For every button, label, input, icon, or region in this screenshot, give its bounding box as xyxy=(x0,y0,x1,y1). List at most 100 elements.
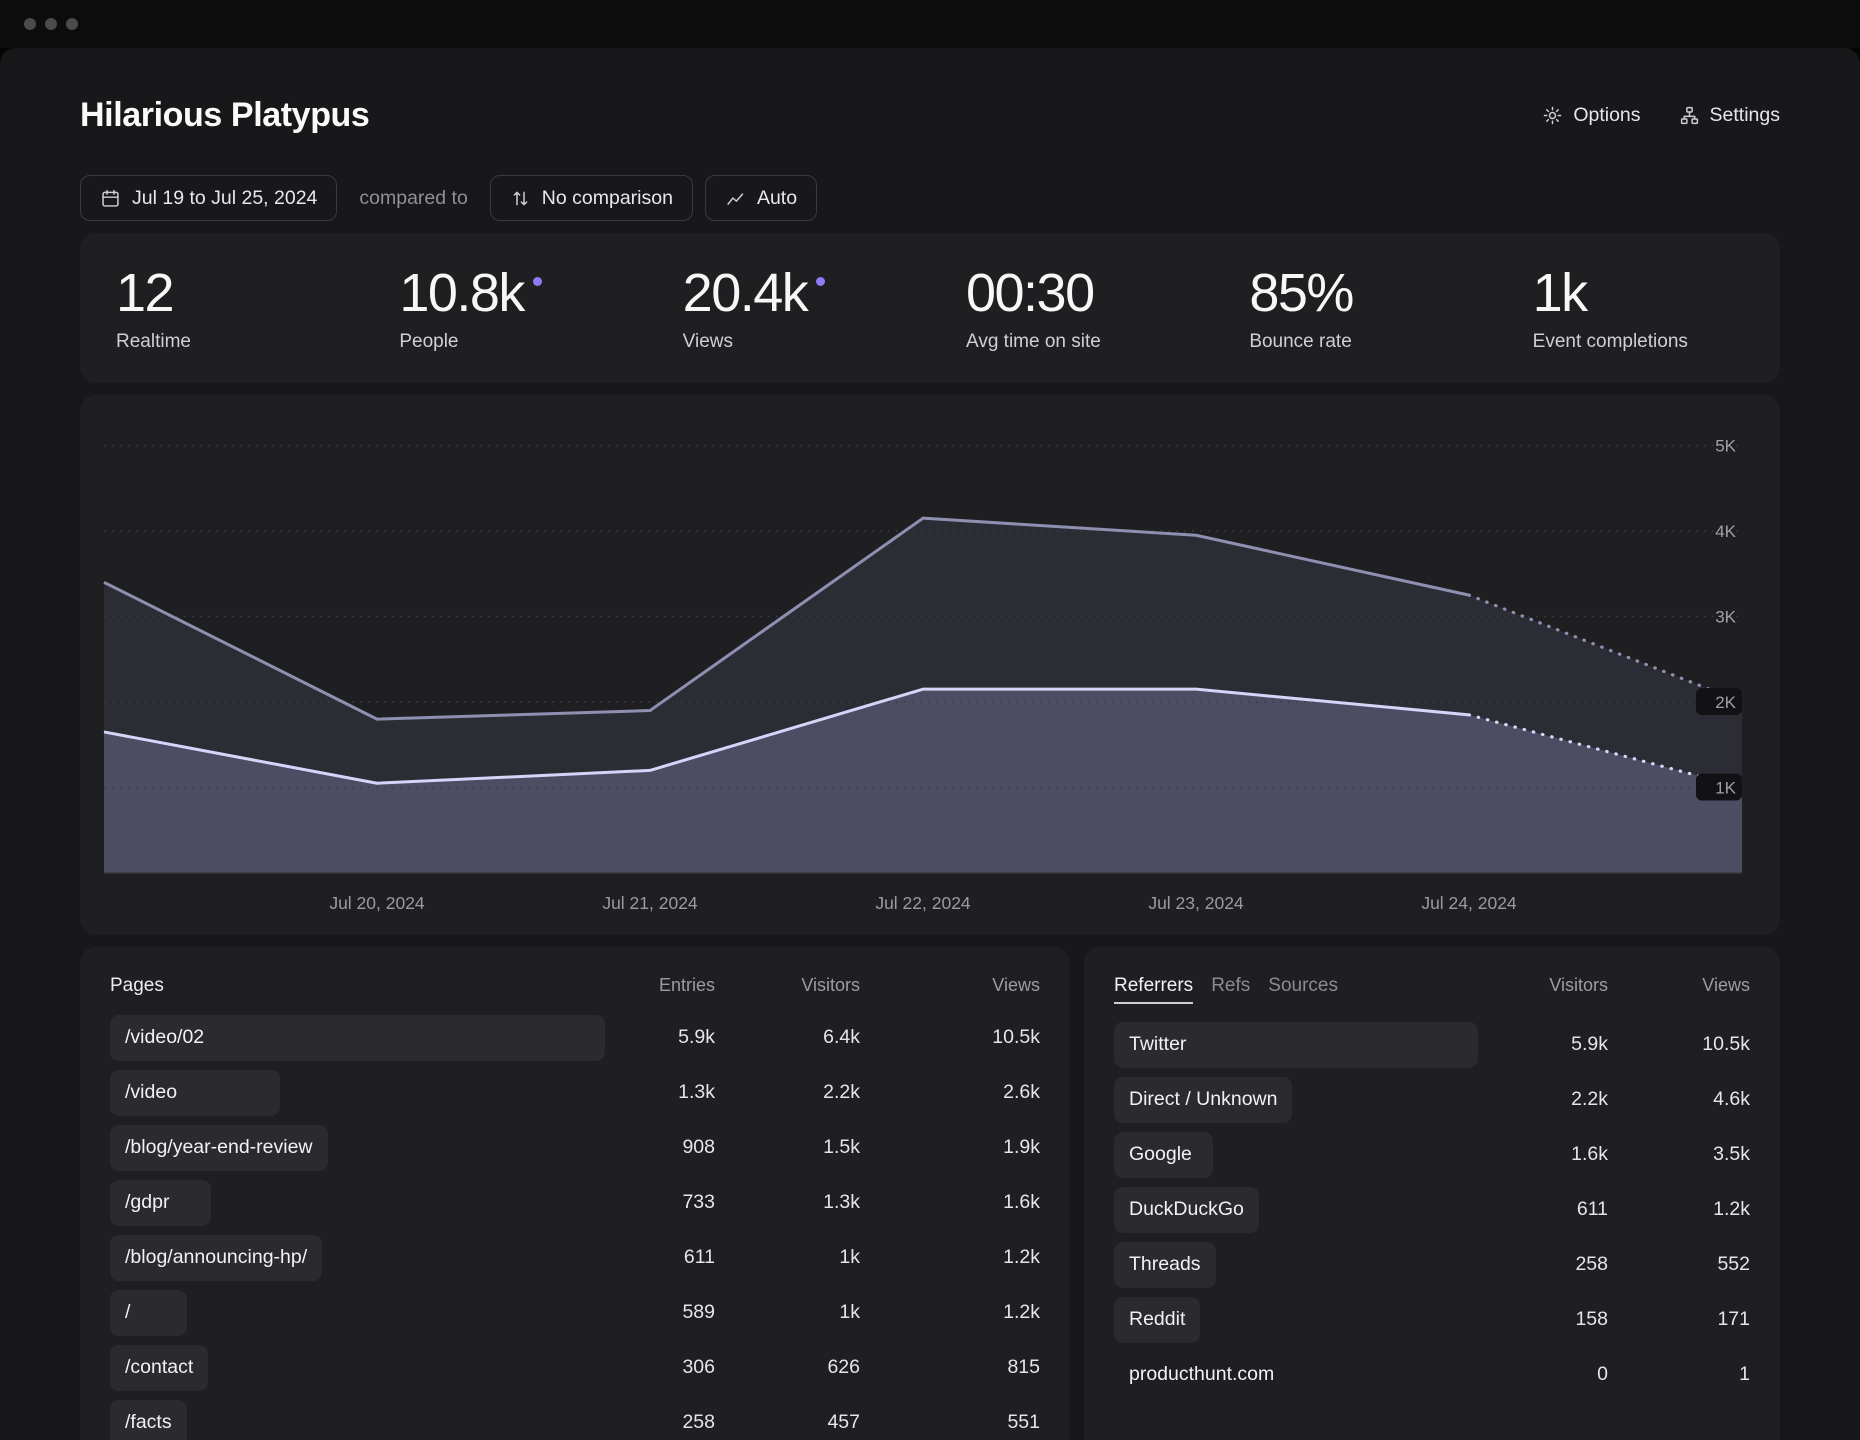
row-label: DuckDuckGo xyxy=(1129,1198,1244,1221)
table-row[interactable]: DuckDuckGo6111.2k xyxy=(1114,1187,1750,1233)
cell-entries: 589 xyxy=(605,1301,715,1324)
dashboard-page: Hilarious Platypus Options Settings xyxy=(0,48,1860,1440)
row-bar: DuckDuckGo xyxy=(1114,1187,1259,1233)
row-bar: /contact xyxy=(110,1345,208,1391)
cell-visitors: 626 xyxy=(715,1356,860,1379)
cell-views: 1.2k xyxy=(860,1246,1040,1269)
stats-summary: 12Realtime10.8kPeople20.4kViews00:30Avg … xyxy=(80,233,1780,383)
row-label: Direct / Unknown xyxy=(1129,1088,1277,1111)
date-range-button[interactable]: Jul 19 to Jul 25, 2024 xyxy=(80,175,337,221)
comparison-arrows-icon xyxy=(510,188,531,209)
table-row[interactable]: Direct / Unknown2.2k4.6k xyxy=(1114,1077,1750,1123)
stat-label: Bounce rate xyxy=(1249,331,1496,353)
y-axis-label: 3K xyxy=(1715,607,1736,626)
gear-icon xyxy=(1542,105,1563,126)
row-label: Threads xyxy=(1129,1253,1201,1276)
row-bar: Threads xyxy=(1114,1242,1216,1288)
tab-sources[interactable]: Sources xyxy=(1268,975,1338,997)
column-header-views: Views xyxy=(1608,975,1750,996)
cell-visitors: 1.6k xyxy=(1478,1143,1608,1166)
pages-panel: Pages Entries Visitors Views /video/025.… xyxy=(80,947,1070,1440)
table-row[interactable]: /5891k1.2k xyxy=(110,1290,1040,1336)
stat-value: 10.8k xyxy=(399,265,524,322)
cell-visitors: 457 xyxy=(715,1411,860,1434)
cell-entries: 5.9k xyxy=(605,1026,715,1049)
table-row[interactable]: Threads258552 xyxy=(1114,1242,1750,1288)
table-row[interactable]: /video/025.9k6.4k10.5k xyxy=(110,1015,1040,1061)
scale-button[interactable]: Auto xyxy=(705,175,817,221)
window-control-dot[interactable] xyxy=(24,18,36,30)
comparison-label: No comparison xyxy=(542,187,673,210)
referrers-tabs: Referrers Refs Sources xyxy=(1114,975,1478,1004)
row-label: /gdpr xyxy=(125,1191,169,1214)
stat-label: Event completions xyxy=(1533,331,1780,353)
cell-visitors: 6.4k xyxy=(715,1026,860,1049)
stat-label: Avg time on site xyxy=(966,331,1213,353)
row-label: /contact xyxy=(125,1356,193,1379)
stat-bounce-rate[interactable]: 85% Bounce rate xyxy=(1213,265,1496,353)
stat-label: Views xyxy=(683,331,930,353)
date-range-label: Jul 19 to Jul 25, 2024 xyxy=(132,187,317,210)
window-titlebar xyxy=(0,0,1860,48)
stat-label: Realtime xyxy=(116,331,363,353)
tab-refs[interactable]: Refs xyxy=(1211,975,1250,997)
row-bar: /video/02 xyxy=(110,1015,605,1061)
table-row[interactable]: /facts258457551 xyxy=(110,1400,1040,1440)
cell-views: 171 xyxy=(1608,1308,1750,1331)
stat-value: 85% xyxy=(1249,265,1353,322)
traffic-chart-card: 1K2K3K4K5KJul 20, 2024Jul 21, 2024Jul 22… xyxy=(80,395,1780,935)
x-axis-label: Jul 21, 2024 xyxy=(602,893,698,913)
row-bar: Twitter xyxy=(1114,1022,1478,1068)
cell-views: 3.5k xyxy=(1608,1143,1750,1166)
cell-visitors: 1.3k xyxy=(715,1191,860,1214)
sitemap-icon xyxy=(1679,105,1700,126)
table-row[interactable]: /gdpr7331.3k1.6k xyxy=(110,1180,1040,1226)
cell-views: 1.6k xyxy=(860,1191,1040,1214)
row-label: /blog/year-end-review xyxy=(125,1136,313,1159)
column-header-views: Views xyxy=(860,975,1040,996)
table-row[interactable]: Twitter5.9k10.5k xyxy=(1114,1022,1750,1068)
stat-realtime[interactable]: 12Realtime xyxy=(80,265,363,353)
live-indicator-dot xyxy=(533,277,542,286)
live-indicator-dot xyxy=(816,277,825,286)
window-control-dot[interactable] xyxy=(45,18,57,30)
table-row[interactable]: /blog/announcing-hp/6111k1.2k xyxy=(110,1235,1040,1281)
row-bar: /blog/year-end-review xyxy=(110,1125,328,1171)
cell-views: 1.9k xyxy=(860,1136,1040,1159)
stat-avg-time-on-site[interactable]: 00:30Avg time on site xyxy=(930,265,1213,353)
cell-visitors: 2.2k xyxy=(715,1081,860,1104)
options-label: Options xyxy=(1573,104,1640,127)
stat-people[interactable]: 10.8kPeople xyxy=(363,265,646,353)
table-row[interactable]: /contact306626815 xyxy=(110,1345,1040,1391)
window-control-dot[interactable] xyxy=(66,18,78,30)
calendar-icon xyxy=(100,188,121,209)
cell-views: 551 xyxy=(860,1411,1040,1434)
stat-event-completions[interactable]: 1k Event completions xyxy=(1497,265,1780,353)
tab-referrers[interactable]: Referrers xyxy=(1114,975,1193,1004)
stat-value: 1k xyxy=(1533,265,1587,322)
table-row[interactable]: Reddit158171 xyxy=(1114,1297,1750,1343)
cell-visitors: 1k xyxy=(715,1301,860,1324)
row-label: /blog/announcing-hp/ xyxy=(125,1246,307,1269)
table-row[interactable]: producthunt.com01 xyxy=(1114,1352,1750,1398)
table-row[interactable]: /blog/year-end-review9081.5k1.9k xyxy=(110,1125,1040,1171)
cell-entries: 306 xyxy=(605,1356,715,1379)
stat-views[interactable]: 20.4kViews xyxy=(647,265,930,353)
row-label: Twitter xyxy=(1129,1033,1186,1056)
row-bar: /gdpr xyxy=(110,1180,211,1226)
comparison-button[interactable]: No comparison xyxy=(490,175,693,221)
table-row[interactable]: /video1.3k2.2k2.6k xyxy=(110,1070,1040,1116)
options-button[interactable]: Options xyxy=(1542,104,1640,127)
row-label: producthunt.com xyxy=(1129,1363,1274,1386)
table-row[interactable]: Google 1.6k3.5k xyxy=(1114,1132,1750,1178)
settings-button[interactable]: Settings xyxy=(1679,104,1780,127)
row-bar: Google xyxy=(1114,1132,1213,1178)
traffic-chart-svg: 1K2K3K4K5KJul 20, 2024Jul 21, 2024Jul 22… xyxy=(80,395,1780,935)
x-axis-label: Jul 20, 2024 xyxy=(329,893,425,913)
row-bar: producthunt.com xyxy=(1114,1352,1289,1398)
cell-visitors: 258 xyxy=(1478,1253,1608,1276)
row-label: / xyxy=(125,1301,130,1324)
chart-line-icon xyxy=(725,188,746,209)
row-label: /video xyxy=(125,1081,177,1104)
row-bar: / xyxy=(110,1290,187,1336)
